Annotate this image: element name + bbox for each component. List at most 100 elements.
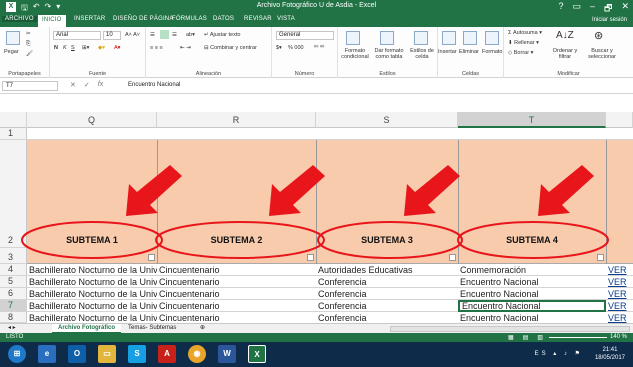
binoculars-icon[interactable]: ⊛ bbox=[594, 29, 603, 42]
find-select-button[interactable]: Buscar y seleccionar bbox=[584, 48, 620, 60]
cut-icon[interactable]: ✂ bbox=[26, 31, 31, 37]
cell-s[interactable]: Conferencia bbox=[316, 312, 458, 323]
row-header-7[interactable]: 7 bbox=[0, 300, 27, 312]
cell-r[interactable]: Cincuentenario bbox=[157, 276, 316, 288]
insert-cells-icon[interactable] bbox=[442, 31, 456, 45]
page-layout-icon[interactable]: ▤ bbox=[523, 334, 529, 341]
format-cells-button[interactable]: Formato bbox=[482, 49, 502, 55]
column-header-s[interactable]: S bbox=[316, 112, 458, 128]
filter-dropdown-icon[interactable] bbox=[597, 254, 604, 261]
fill-color-icon[interactable]: ◆▾ bbox=[98, 45, 105, 51]
row-header-6[interactable]: 6 bbox=[0, 288, 27, 300]
clock[interactable]: 21:41 18/05/2017 bbox=[595, 346, 625, 362]
ver-link[interactable]: VER bbox=[606, 276, 633, 288]
number-format-select[interactable]: General bbox=[276, 31, 334, 40]
filter-dropdown-icon[interactable] bbox=[449, 254, 456, 261]
copy-icon[interactable]: ⎘ bbox=[26, 41, 30, 48]
cell-q[interactable]: Bachillerato Nocturno de la Universidad bbox=[27, 264, 157, 276]
row-header-5[interactable]: 5 bbox=[0, 276, 27, 288]
filter-dropdown-icon[interactable] bbox=[148, 254, 155, 261]
ver-link[interactable]: VER bbox=[606, 288, 633, 300]
sort-filter-button[interactable]: Ordenar y filtrar bbox=[550, 48, 580, 60]
insert-function-button[interactable]: fx bbox=[98, 81, 103, 89]
autosum-button[interactable]: Σ Autosuma ▾ bbox=[508, 30, 542, 36]
conditional-format-button[interactable]: Formato condicional bbox=[340, 48, 370, 60]
format-table-button[interactable]: Dar formato como tabla bbox=[373, 48, 405, 60]
row-header-3[interactable]: 3 bbox=[0, 248, 27, 264]
name-box[interactable]: T7 bbox=[2, 81, 58, 91]
tab-datos[interactable]: DATOS bbox=[213, 16, 234, 22]
cell-r[interactable]: Cincuentenario bbox=[157, 312, 316, 323]
select-all-corner[interactable] bbox=[0, 112, 27, 128]
normal-view-icon[interactable]: ▦ bbox=[508, 334, 514, 341]
font-color-icon[interactable]: A▾ bbox=[114, 45, 120, 51]
subtema-3-header[interactable]: SUBTEMA 3 bbox=[316, 235, 458, 245]
tab-diseno-pagina[interactable]: DISEÑO DE PÁGINA bbox=[113, 16, 174, 22]
wrap-text-button[interactable]: ↵ Ajustar texto bbox=[204, 32, 240, 38]
middle-align-icon[interactable] bbox=[160, 30, 169, 39]
cell-q[interactable]: Bachillerato Nocturno de la Universidad bbox=[27, 312, 157, 323]
excel-taskbar-icon[interactable]: X bbox=[248, 345, 266, 363]
delete-cells-button[interactable]: Eliminar bbox=[459, 49, 479, 55]
font-size-select[interactable]: 10 bbox=[103, 31, 121, 40]
format-cells-icon[interactable] bbox=[485, 31, 499, 45]
format-table-icon[interactable] bbox=[380, 31, 394, 45]
column-header-t[interactable]: T bbox=[458, 112, 606, 128]
cell-q[interactable]: Bachillerato Nocturno de la Universidad bbox=[27, 288, 157, 300]
italic-button[interactable]: K bbox=[63, 45, 67, 51]
indent-icon[interactable]: ⇤ ⇥ bbox=[180, 45, 191, 51]
subtema-2-header[interactable]: SUBTEMA 2 bbox=[157, 235, 316, 245]
cell-t[interactable]: Encuentro Nacional bbox=[458, 288, 606, 300]
cell-styles-icon[interactable] bbox=[414, 31, 428, 45]
clear-button[interactable]: ◇ Borrar ▾ bbox=[508, 50, 533, 56]
tab-inicio[interactable]: INICIO bbox=[38, 15, 66, 27]
borders-icon[interactable]: ⊞▾ bbox=[82, 45, 89, 51]
tab-vista[interactable]: VISTA bbox=[277, 16, 295, 22]
font-name-select[interactable]: Arial bbox=[53, 31, 101, 40]
cell-s[interactable]: Autoridades Educativas bbox=[316, 264, 458, 276]
tab-archivo[interactable]: ARCHIVO bbox=[2, 16, 37, 22]
column-header-next[interactable] bbox=[606, 112, 633, 128]
align-left-icon[interactable]: ≡ ≡ ≡ bbox=[150, 45, 163, 51]
cell-r[interactable]: Cincuentenario bbox=[157, 288, 316, 300]
ver-link[interactable]: VER bbox=[606, 264, 633, 276]
bold-button[interactable]: N bbox=[54, 45, 58, 51]
file-explorer-icon[interactable]: ▭ bbox=[98, 345, 116, 363]
fill-button[interactable]: ⬇ Rellenar ▾ bbox=[508, 40, 539, 46]
row-header-2[interactable]: 2 bbox=[0, 140, 27, 248]
ver-link[interactable]: VER bbox=[606, 312, 633, 323]
column-header-r[interactable]: R bbox=[157, 112, 316, 128]
row-header-1[interactable]: 1 bbox=[0, 128, 27, 140]
column-header-q[interactable]: Q bbox=[27, 112, 157, 128]
cell-t[interactable]: Encuentro Nacional bbox=[458, 276, 606, 288]
insert-cells-button[interactable]: Insertar bbox=[438, 49, 457, 55]
cell-s[interactable]: Conferencia bbox=[316, 288, 458, 300]
percent-button[interactable]: % 000 bbox=[288, 45, 304, 51]
chrome-icon[interactable]: ◉ bbox=[188, 345, 206, 363]
subtema-1-header[interactable]: SUBTEMA 1 bbox=[27, 235, 157, 245]
sort-filter-icon[interactable]: A↓Z bbox=[556, 30, 574, 41]
cell-r[interactable]: Cincuentenario bbox=[157, 300, 316, 312]
sign-in-link[interactable]: Iniciar sesión bbox=[592, 17, 627, 23]
zoom-level[interactable]: 140 % bbox=[610, 334, 627, 340]
row-header-8[interactable]: 8 bbox=[0, 312, 27, 323]
row-header-4[interactable]: 4 bbox=[0, 264, 27, 276]
skype-icon[interactable]: S bbox=[128, 345, 146, 363]
orientation-icon[interactable]: ab▾ bbox=[186, 32, 195, 38]
ver-link[interactable]: VER bbox=[606, 300, 633, 312]
cell-styles-button[interactable]: Estilos de celda bbox=[408, 48, 436, 60]
underline-button[interactable]: S bbox=[71, 45, 75, 51]
tab-revisar[interactable]: REVISAR bbox=[244, 16, 272, 22]
zoom-slider[interactable] bbox=[549, 337, 607, 338]
worksheet-grid[interactable]: SUBTEMA 1 SUBTEMA 2 SUBTEMA 3 SUBTEMA 4 … bbox=[27, 128, 633, 323]
cell-r[interactable]: Cincuentenario bbox=[157, 264, 316, 276]
outlook-icon[interactable]: O bbox=[68, 345, 86, 363]
page-break-icon[interactable]: ▥ bbox=[537, 334, 543, 341]
tab-formulas[interactable]: FÓRMULAS bbox=[172, 16, 207, 22]
delete-cells-icon[interactable] bbox=[463, 31, 477, 45]
cell-q[interactable]: Bachillerato Nocturno de la Universidad bbox=[27, 300, 157, 312]
cancel-icon[interactable]: ✕ bbox=[70, 81, 76, 89]
start-button-icon[interactable]: ⊞ bbox=[8, 345, 26, 363]
decimal-icon[interactable]: ⁰⁰ ⁰⁰ bbox=[314, 45, 324, 51]
currency-icon[interactable]: $▾ bbox=[276, 45, 282, 51]
